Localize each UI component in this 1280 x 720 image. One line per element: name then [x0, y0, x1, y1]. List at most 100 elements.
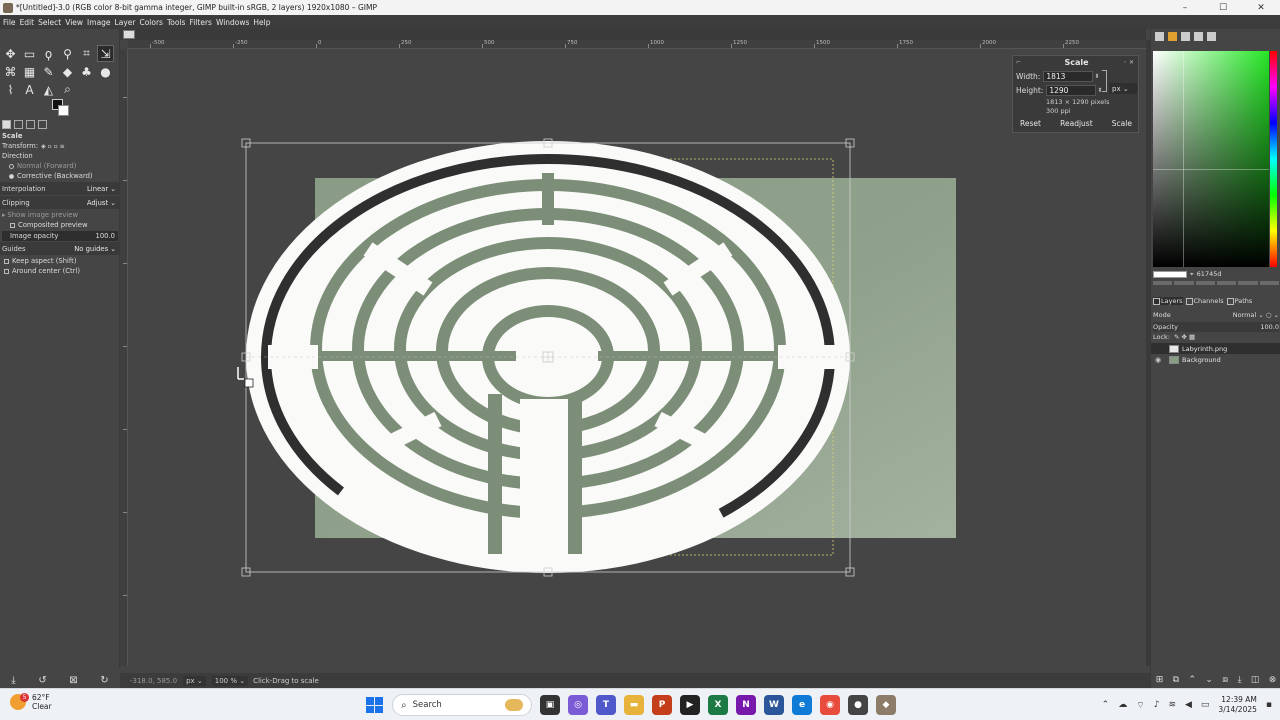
menu-filters[interactable]: Filters: [189, 18, 211, 27]
history-swatch[interactable]: [1174, 281, 1194, 285]
undo-history-tab-icon[interactable]: [26, 119, 35, 129]
color-picker-area[interactable]: [1153, 51, 1269, 267]
crop-tool-icon[interactable]: ⌗: [78, 45, 95, 62]
image-opacity-slider[interactable]: Image opacity 100.0: [2, 231, 118, 241]
show-preview-toggle[interactable]: ▸ Show image preview: [0, 210, 120, 220]
menu-colors[interactable]: Colors: [139, 18, 163, 27]
guides-combo[interactable]: Guides No guides ⌄: [0, 242, 120, 255]
direction-corrective-radio[interactable]: Corrective (Backward): [0, 171, 120, 181]
tray-overflow-icon[interactable]: ⌃: [1102, 700, 1110, 710]
new-layer-icon[interactable]: ⊞: [1156, 675, 1164, 685]
zoom-combo[interactable]: 100 % ⌄: [211, 675, 249, 686]
menu-layer[interactable]: Layer: [115, 18, 136, 27]
weather-widget[interactable]: 5 62°F Clear: [10, 693, 52, 711]
image-thumbnail[interactable]: [123, 30, 135, 39]
interpolation-combo[interactable]: Interpolation Linear ⌄: [0, 182, 120, 195]
onenote-icon[interactable]: N: [736, 695, 756, 715]
background-color-swatch[interactable]: [58, 105, 69, 116]
menu-file[interactable]: File: [3, 18, 16, 27]
cloud-icon[interactable]: ☁: [1118, 700, 1127, 710]
clone-tool-icon[interactable]: ♣: [78, 63, 95, 80]
radio-normal[interactable]: [9, 163, 14, 169]
terminal-icon[interactable]: ▶: [680, 695, 700, 715]
composited-preview-check[interactable]: Composited preview: [0, 220, 120, 230]
fg-bg-colors[interactable]: [52, 99, 70, 117]
fonts-tab-icon[interactable]: [1207, 31, 1216, 41]
rect-select-tool-icon[interactable]: ▭: [21, 45, 38, 62]
history-swatch[interactable]: [1195, 281, 1215, 285]
width-spinner-icon[interactable]: ⬍: [1094, 73, 1099, 80]
network-icon[interactable]: ⌔: [1136, 700, 1144, 711]
device-status-tab-icon[interactable]: [14, 119, 23, 129]
menu-edit[interactable]: Edit: [20, 18, 35, 27]
copilot-icon[interactable]: ◎: [568, 695, 588, 715]
guides-value[interactable]: No guides ⌄: [74, 245, 116, 253]
tool-options-tab-icon[interactable]: [2, 119, 11, 129]
scale-tool-icon[interactable]: ⇲: [97, 45, 114, 62]
unit-combo[interactable]: px ⌄: [183, 675, 206, 686]
layer-name[interactable]: Labyrinth.png: [1182, 345, 1227, 353]
around-center-checkbox[interactable]: [4, 268, 9, 274]
readjust-button[interactable]: Readjust: [1055, 117, 1098, 131]
maximize-button[interactable]: ☐: [1204, 0, 1242, 15]
fg-bg-color-tab-icon[interactable]: [1155, 31, 1164, 41]
text-tool-icon[interactable]: A: [21, 81, 38, 98]
fuzzy-select-tool-icon[interactable]: ⚲: [59, 45, 76, 62]
teams-icon[interactable]: T: [596, 695, 616, 715]
new-group-icon[interactable]: ⧉: [1173, 675, 1179, 685]
layer-row[interactable]: ◉ Background: [1151, 354, 1280, 365]
microphone-icon[interactable]: ♪: [1154, 700, 1160, 710]
direction-normal-radio[interactable]: Normal (Forward): [0, 161, 120, 171]
current-color-swatch[interactable]: [1153, 270, 1187, 278]
layer-opacity-slider[interactable]: Opacity 100.0: [1153, 322, 1279, 332]
brushes-tab-icon[interactable]: [1181, 31, 1190, 41]
menu-help[interactable]: Help: [253, 18, 270, 27]
mask-icon[interactable]: ◫: [1251, 675, 1260, 685]
menu-view[interactable]: View: [65, 18, 83, 27]
eye-icon[interactable]: ◉: [1153, 356, 1163, 364]
keep-aspect-check[interactable]: Keep aspect (Shift): [0, 256, 120, 266]
smudge-tool-icon[interactable]: ●: [97, 63, 114, 80]
width-input[interactable]: 1813: [1043, 71, 1094, 82]
gimp-taskbar-icon[interactable]: ◆: [876, 695, 896, 715]
lock-icons[interactable]: ✎ ✥ ▦: [1174, 333, 1195, 341]
paths-tool-icon[interactable]: ⌇: [2, 81, 19, 98]
scale-button[interactable]: Scale: [1107, 117, 1137, 131]
keep-aspect-checkbox[interactable]: [4, 258, 9, 264]
tab-channels[interactable]: Channels: [1185, 297, 1224, 305]
history-swatch[interactable]: [1238, 281, 1258, 285]
eraser-tool-icon[interactable]: ◆: [59, 63, 76, 80]
chrome-icon[interactable]: ◉: [820, 695, 840, 715]
zoom-tool-icon[interactable]: ⌕: [59, 81, 76, 98]
image-canvas[interactable]: [128, 49, 1146, 666]
reset-button[interactable]: Reset: [1015, 117, 1046, 131]
duplicate-layer-icon[interactable]: ⧈: [1222, 675, 1228, 685]
hex-value[interactable]: 61745d: [1197, 270, 1222, 278]
unit-select[interactable]: px ⌄: [1109, 83, 1137, 94]
patterns-tab-icon[interactable]: [1194, 31, 1203, 41]
layer-row[interactable]: Labyrinth.png: [1151, 343, 1280, 354]
interpolation-value[interactable]: Linear ⌄: [87, 185, 116, 193]
tab-paths[interactable]: Paths: [1226, 297, 1252, 305]
lasso-tool-icon[interactable]: ϙ: [40, 45, 57, 62]
notifications-icon[interactable]: ▪: [1266, 700, 1272, 710]
expander-icon[interactable]: ▸: [2, 211, 5, 219]
radio-corrective[interactable]: [9, 173, 14, 179]
close-button[interactable]: ✕: [1242, 0, 1280, 15]
battery-icon[interactable]: ▭: [1201, 700, 1210, 710]
tab-layers[interactable]: Layers: [1153, 297, 1183, 305]
menu-select[interactable]: Select: [38, 18, 61, 27]
history-swatch[interactable]: [1153, 281, 1173, 285]
height-input[interactable]: 1290: [1046, 85, 1097, 96]
word-icon[interactable]: W: [764, 695, 784, 715]
restore-options-icon[interactable]: ↺: [38, 675, 46, 686]
clock[interactable]: 12:39 AM 3/14/2025: [1218, 695, 1256, 715]
transform-mode-icons[interactable]: ◈ ▫ ▫ ≡: [41, 143, 65, 150]
warp-transform-tool-icon[interactable]: ⌘: [2, 63, 19, 80]
minimize-button[interactable]: –: [1166, 0, 1204, 15]
merge-down-icon[interactable]: ⤓: [1237, 675, 1241, 685]
powerpoint-icon[interactable]: P: [652, 695, 672, 715]
task-view-icon[interactable]: ▣: [540, 695, 560, 715]
around-center-check[interactable]: Around center (Ctrl): [0, 266, 120, 276]
color-picker-icon[interactable]: ⌖: [1190, 270, 1194, 279]
